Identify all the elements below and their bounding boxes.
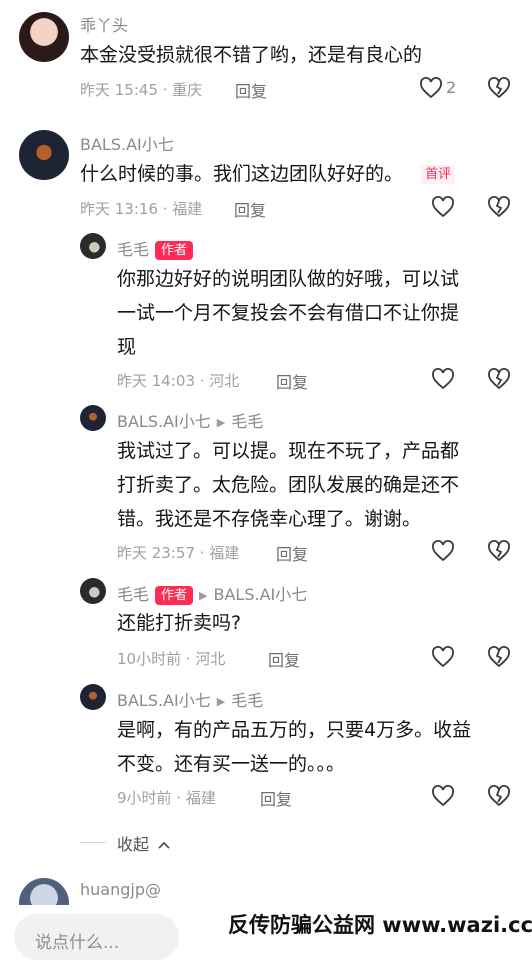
reply-to-username[interactable]: BALS.AI小七 — [214, 585, 308, 604]
reply-username[interactable]: BALS.AI小七 ▶ 毛毛 — [117, 408, 263, 432]
reply-username-text[interactable]: 毛毛 — [117, 240, 149, 259]
collapse-button[interactable]: 收起 — [117, 831, 170, 855]
collapse-label[interactable]: 收起 — [117, 835, 149, 854]
avatar[interactable] — [19, 130, 69, 180]
comment-text-body: 什么时候的事。我们这边团队好好的。 — [80, 163, 404, 185]
reply-time: 昨天 14:03 · 河北 — [117, 372, 240, 390]
comment-time: 昨天 15:45 · 重庆 — [80, 81, 203, 99]
reply-time: 9小时前 · 福建 — [117, 789, 216, 807]
reply-text-line: 我试过了。可以提。现在不玩了，产品都 — [117, 440, 460, 462]
comment-time: 昨天 13:16 · 福建 — [80, 200, 203, 218]
reply-button[interactable]: 回复 — [234, 197, 266, 221]
reply-button[interactable]: 回复 — [276, 369, 308, 393]
avatar[interactable] — [80, 233, 106, 259]
reply-text-line: 是啊，有的产品五万的，只要4万多。收益 — [117, 719, 472, 741]
reply-text-line: 不变。还有买一送一的。。。 — [117, 753, 346, 775]
reply-username[interactable]: BALS.AI小七 ▶ 毛毛 — [117, 687, 263, 711]
avatar[interactable] — [80, 405, 106, 431]
comment-username[interactable]: huangjp@ — [80, 880, 161, 899]
avatar[interactable] — [19, 12, 69, 62]
reply-arrow-icon: ▶ — [216, 695, 226, 708]
like-count: 2 — [446, 78, 457, 97]
reply-arrow-icon: ▶ — [216, 416, 226, 429]
heart-icon[interactable] — [430, 194, 456, 220]
reply-text-line: 还能打折卖吗? — [117, 612, 242, 634]
reply-username-text[interactable]: 毛毛 — [117, 585, 149, 604]
reply-text-line: 你那边好好的说明团队做的好哦，可以试 — [117, 268, 460, 290]
reply-text: 还能打折卖吗? — [117, 606, 241, 640]
reply-to-username[interactable]: 毛毛 — [231, 412, 263, 431]
dislike-heart-icon[interactable] — [486, 538, 512, 564]
heart-icon[interactable] — [430, 538, 456, 564]
input-placeholder[interactable]: 说点什么... — [35, 928, 119, 953]
reply-time: 昨天 23:57 · 福建 — [117, 544, 240, 562]
heart-icon[interactable] — [430, 644, 456, 670]
reply-arrow-icon: ▶ — [199, 589, 208, 602]
reply-text-line: 一试一个月不复投会不会有借口不让你提 — [117, 302, 460, 324]
comment-input[interactable]: 说点什么... — [14, 914, 179, 960]
avatar[interactable] — [80, 578, 106, 604]
reply-to-username[interactable]: 毛毛 — [231, 691, 263, 710]
reply-username[interactable]: 毛毛 作者 ▶ BALS.AI小七 — [117, 581, 307, 605]
reply-text-line: 现 — [117, 336, 137, 358]
reply-username-text[interactable]: BALS.AI小七 — [117, 691, 211, 710]
author-badge: 作者 — [155, 586, 194, 605]
dislike-heart-icon[interactable] — [486, 366, 512, 392]
reply-time: 10小时前 · 河北 — [117, 650, 226, 668]
heart-icon[interactable] — [430, 366, 456, 392]
reply-button[interactable]: 回复 — [276, 541, 308, 565]
heart-icon[interactable] — [418, 75, 444, 101]
dislike-heart-icon[interactable] — [486, 644, 512, 670]
reply-button[interactable]: 回复 — [235, 78, 267, 102]
dislike-heart-icon[interactable] — [486, 75, 512, 101]
collapse-divider — [80, 842, 106, 843]
reply-button[interactable]: 回复 — [260, 786, 292, 810]
heart-icon[interactable] — [430, 783, 456, 809]
first-comment-badge: 首评 — [421, 165, 456, 184]
reply-username[interactable]: 毛毛 作者 — [117, 236, 194, 260]
reply-text-line: 错。我还是不存侥幸心理了。谢谢。 — [117, 508, 422, 530]
dislike-heart-icon[interactable] — [486, 783, 512, 809]
reply-text-line: 打折卖了。太危险。团队发展的确是还不 — [117, 474, 460, 496]
reply-button[interactable]: 回复 — [268, 647, 300, 671]
watermark: 反传防骗公益网 www.wazi.cc — [228, 913, 532, 937]
avatar[interactable] — [80, 684, 106, 710]
reply-text: 你那边好好的说明团队做的好哦，可以试 一试一个月不复投会不会有借口不让你提 现 — [117, 262, 459, 364]
comment-username[interactable]: 乖丫头 — [80, 12, 128, 36]
author-badge: 作者 — [155, 241, 194, 260]
comment-text: 什么时候的事。我们这边团队好好的。 首评 — [80, 157, 456, 191]
dislike-heart-icon[interactable] — [486, 194, 512, 220]
comment-username[interactable]: BALS.AI小七 — [80, 131, 174, 155]
reply-text: 我试过了。可以提。现在不玩了，产品都 打折卖了。太危险。团队发展的确是还不 错。… — [117, 434, 459, 536]
reply-text: 是啊，有的产品五万的，只要4万多。收益 不变。还有买一送一的。。。 — [117, 713, 471, 781]
chevron-up-icon — [158, 834, 170, 853]
comment-text: 本金没受损就很不错了哟，还是有良心的 — [80, 44, 423, 66]
reply-username-text[interactable]: BALS.AI小七 — [117, 412, 211, 431]
